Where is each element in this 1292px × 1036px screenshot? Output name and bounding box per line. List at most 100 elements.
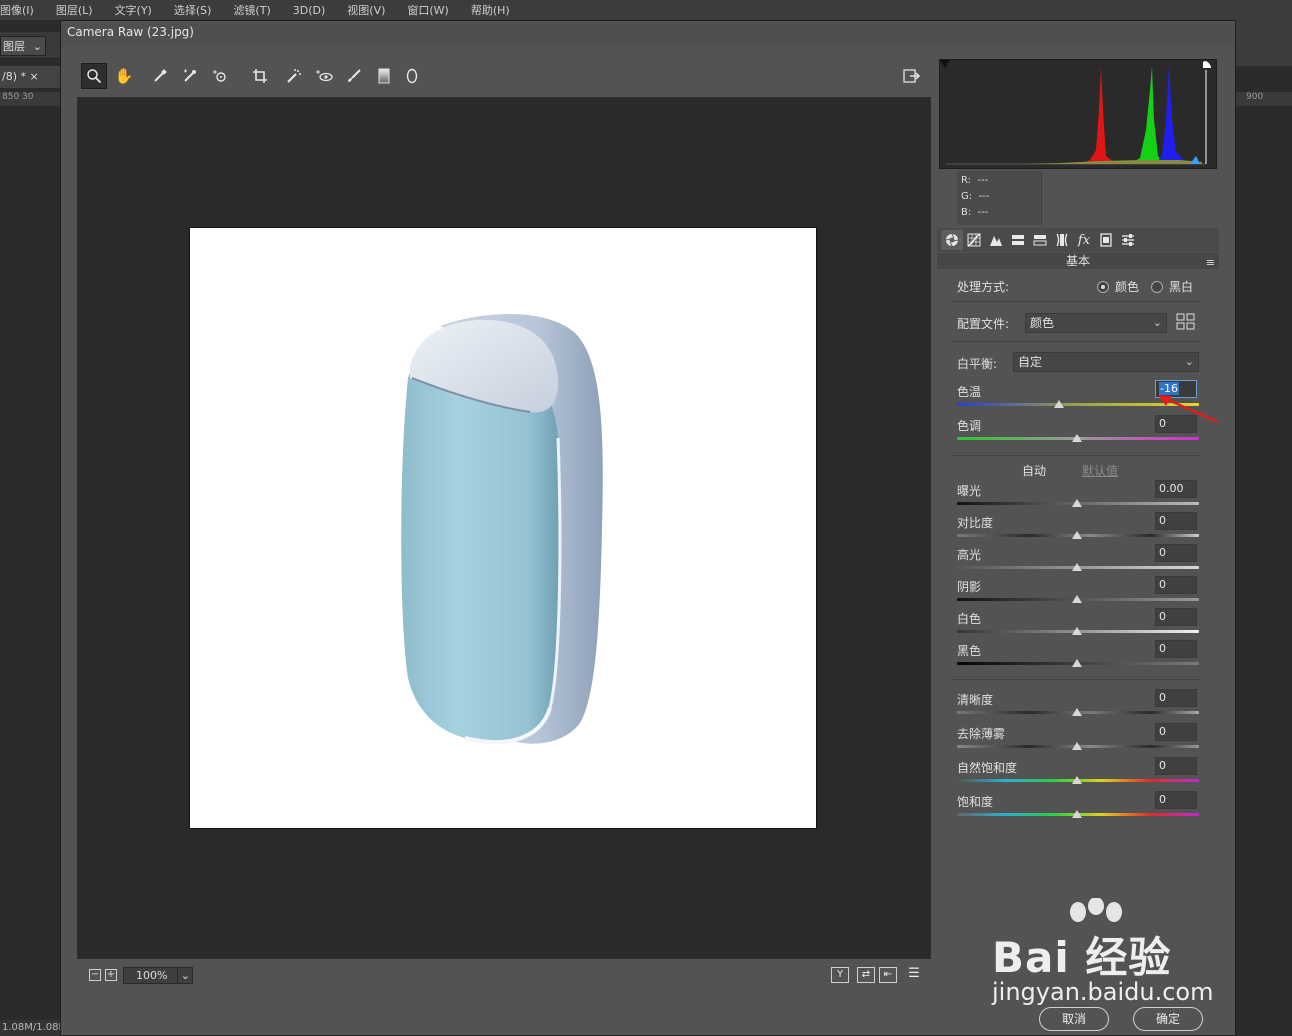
exposure-input[interactable]: 0.00 (1155, 480, 1197, 498)
divider (951, 455, 1201, 456)
treatment-bw-radio[interactable] (1151, 281, 1163, 293)
blacks-input[interactable]: 0 (1155, 640, 1197, 658)
ps-menu-window[interactable]: 窗口(W) (407, 2, 448, 18)
dehaze-label: 去除薄雾 (957, 727, 1006, 741)
temperature-slider-thumb[interactable] (1054, 400, 1064, 408)
preview-preferences-icon[interactable]: ☰ (905, 967, 923, 983)
clarity-label: 清晰度 (957, 693, 994, 707)
crop-tool-icon[interactable] (247, 63, 273, 89)
baidu-watermark: Bai 经验 jingyan.baidu.com (992, 898, 1232, 1008)
red-eye-tool-icon[interactable] (311, 63, 337, 89)
histogram (939, 59, 1217, 169)
copy-settings-icon[interactable]: ⇤ (879, 967, 897, 983)
saturation-input[interactable]: 0 (1155, 791, 1197, 809)
clarity-slider-thumb[interactable] (1072, 708, 1082, 716)
saturation-slider-thumb[interactable] (1072, 810, 1082, 818)
ps-menu-image[interactable]: 图像(I) (0, 2, 34, 18)
g-value: --- (978, 191, 990, 202)
open-preferences-icon[interactable] (899, 63, 925, 89)
panel-menu-icon[interactable]: ≡ (1206, 255, 1215, 271)
spot-removal-tool-icon[interactable] (281, 63, 307, 89)
cancel-button[interactable]: 取消 (1039, 1007, 1109, 1031)
profile-select[interactable]: 颜色 ⌄ (1025, 313, 1167, 333)
dialog-title: Camera Raw (23.jpg) (67, 25, 194, 39)
tab-lens-corrections-icon[interactable] (1051, 230, 1073, 250)
before-after-toggle-icon[interactable]: Y (831, 967, 849, 983)
shadows-input[interactable]: 0 (1155, 576, 1197, 594)
tab-effects-fx-icon[interactable]: fx (1073, 230, 1095, 250)
clarity-input[interactable]: 0 (1155, 689, 1197, 707)
swap-settings-icon[interactable]: ⇄ (857, 967, 875, 983)
whites-slider-thumb[interactable] (1072, 627, 1082, 635)
zoom-tool-icon[interactable] (81, 63, 107, 89)
b-value: --- (977, 207, 989, 218)
zoom-level-value: 100% (136, 969, 168, 982)
ps-layer-select[interactable]: 图层 ⌄ (0, 36, 46, 56)
shadows-slider-thumb[interactable] (1072, 595, 1082, 603)
b-label: B: (961, 207, 972, 218)
white-balance-tool-icon[interactable] (147, 63, 173, 89)
white-balance-select[interactable]: 自定 ⌄ (1013, 352, 1199, 372)
radial-filter-icon[interactable] (399, 63, 425, 89)
white-balance-value: 自定 (1018, 355, 1043, 369)
ps-doc-tab[interactable]: /8) * × (0, 66, 62, 88)
highlights-label: 高光 (957, 548, 982, 562)
ps-menubar: 图像(I) 图层(L) 文字(Y) 选择(S) 滤镜(T) 3D(D) 视图(V… (0, 0, 1292, 20)
tab-hsl-icon[interactable] (1007, 230, 1029, 250)
camera-raw-dialog: Camera Raw (23.jpg) ✋ − + 100% ⌄ Y ⇄ ⇤ ☰… (60, 20, 1236, 1036)
preview-image (189, 227, 817, 829)
divider (951, 301, 1201, 302)
tab-detail-icon[interactable] (985, 230, 1007, 250)
auto-tone-link[interactable]: 自动 (1022, 462, 1046, 479)
exposure-slider-thumb[interactable] (1072, 499, 1082, 507)
zoom-in-button[interactable]: + (105, 969, 117, 981)
vibrance-label: 自然饱和度 (957, 761, 1018, 775)
dehaze-slider-thumb[interactable] (1072, 742, 1082, 750)
color-sampler-tool-icon[interactable] (177, 63, 203, 89)
ps-menu-3d[interactable]: 3D(D) (293, 4, 326, 17)
blacks-slider-thumb[interactable] (1072, 659, 1082, 667)
graduated-filter-icon[interactable] (371, 63, 397, 89)
zoom-level-select[interactable]: 100% ⌄ (123, 967, 193, 984)
preview-canvas[interactable] (77, 97, 931, 959)
ps-menu-filter[interactable]: 滤镜(T) (233, 2, 270, 18)
white-balance-label: 白平衡: (957, 357, 998, 371)
hand-tool-icon[interactable]: ✋ (111, 63, 137, 89)
highlights-input[interactable]: 0 (1155, 544, 1197, 562)
treatment-color-radio[interactable] (1097, 281, 1109, 293)
ps-menu-layer[interactable]: 图层(L) (56, 2, 93, 18)
tab-presets-icon[interactable] (1117, 230, 1139, 250)
chevron-down-icon: ⌄ (1152, 316, 1162, 329)
contrast-value: 0 (1159, 514, 1166, 527)
ps-ruler-right: 900 (1236, 92, 1292, 106)
contrast-label: 对比度 (957, 516, 994, 530)
tab-basic-aperture-icon[interactable] (941, 230, 963, 250)
watermark-url: jingyan.baidu.com (992, 978, 1214, 1006)
rgb-readout: R: --- G: --- B: --- (957, 171, 1042, 225)
contrast-input[interactable]: 0 (1155, 512, 1197, 530)
tab-camera-calibration-icon[interactable] (1095, 230, 1117, 250)
exposure-label: 曝光 (957, 484, 982, 498)
ps-menu-select[interactable]: 选择(S) (174, 2, 212, 18)
ps-menu-help[interactable]: 帮助(H) (471, 2, 510, 18)
tint-slider-thumb[interactable] (1072, 434, 1082, 442)
targeted-adjustment-tool-icon[interactable] (207, 63, 233, 89)
ps-menu-view[interactable]: 视图(V) (347, 2, 385, 18)
profile-browser-grid-icon[interactable] (1176, 313, 1196, 334)
whites-input[interactable]: 0 (1155, 608, 1197, 626)
ps-menu-type[interactable]: 文字(Y) (115, 2, 152, 18)
vibrance-slider-thumb[interactable] (1072, 776, 1082, 784)
highlights-slider-thumb[interactable] (1072, 563, 1082, 571)
contrast-slider-thumb[interactable] (1072, 531, 1082, 539)
highlights-value: 0 (1159, 546, 1166, 559)
ok-button[interactable]: 确定 (1133, 1007, 1203, 1031)
vibrance-input[interactable]: 0 (1155, 757, 1197, 775)
adjustment-brush-icon[interactable] (341, 63, 367, 89)
zoom-out-button[interactable]: − (89, 969, 101, 981)
dehaze-input[interactable]: 0 (1155, 723, 1197, 741)
whites-value: 0 (1159, 610, 1166, 623)
blacks-value: 0 (1159, 642, 1166, 655)
tab-tone-curve-icon[interactable] (963, 230, 985, 250)
default-link[interactable]: 默认值 (1082, 462, 1118, 479)
tab-split-toning-icon[interactable] (1029, 230, 1051, 250)
